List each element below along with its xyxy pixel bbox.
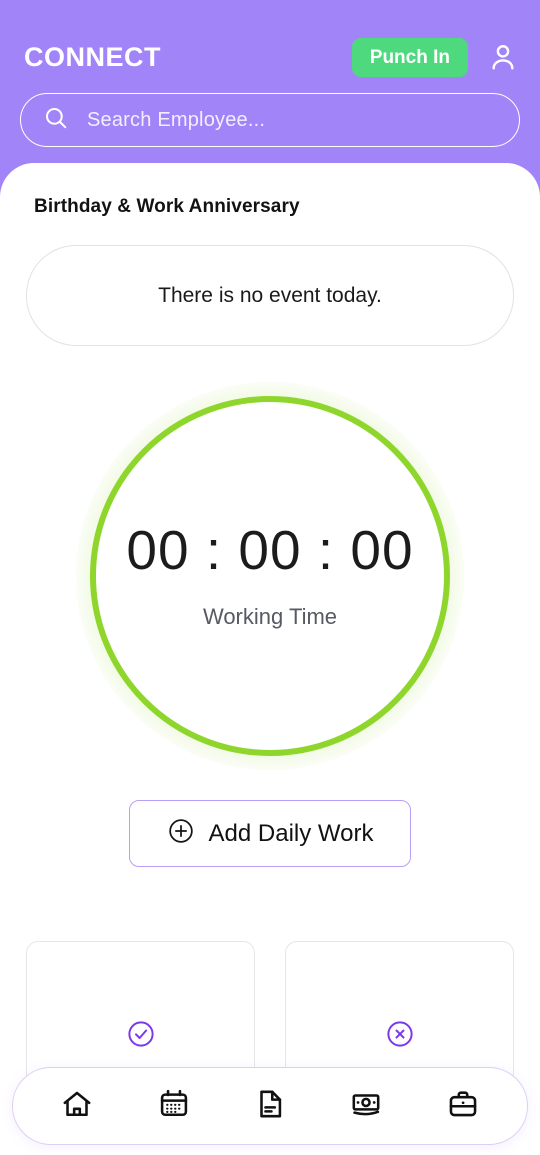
header-actions: Punch In bbox=[351, 37, 520, 77]
search-bar[interactable]: Search Employee... bbox=[20, 93, 520, 147]
search-input[interactable]: Search Employee... bbox=[87, 109, 265, 132]
add-daily-work-label: Add Daily Work bbox=[208, 819, 374, 847]
header-top-row: CONNECT Punch In bbox=[24, 34, 520, 80]
app-title: CONNECT bbox=[24, 41, 161, 72]
working-timer: 00 : 00 : 00 Working Time bbox=[76, 382, 464, 770]
app-header: CONNECT Punch In Search Employee... bbox=[0, 0, 540, 168]
timer-display: 00 : 00 : 00 bbox=[126, 518, 414, 581]
document-icon bbox=[253, 1087, 287, 1126]
punch-in-button[interactable]: Punch In bbox=[351, 37, 468, 77]
user-icon[interactable] bbox=[486, 40, 520, 74]
app-root: CONNECT Punch In Search Employee... Birt… bbox=[0, 0, 540, 1155]
event-empty-message: There is no event today. bbox=[158, 283, 382, 307]
home-icon bbox=[60, 1087, 94, 1126]
add-daily-work-button[interactable]: Add Daily Work bbox=[129, 800, 411, 867]
content-sheet: Birthday & Work Anniversary There is no … bbox=[0, 163, 540, 1155]
calendar-icon bbox=[157, 1087, 191, 1126]
briefcase-icon bbox=[446, 1087, 480, 1126]
check-circle-icon bbox=[126, 1019, 156, 1054]
x-circle-icon bbox=[385, 1019, 415, 1054]
page-title: Birthday & Work Anniversary bbox=[34, 196, 300, 217]
nav-documents[interactable] bbox=[239, 1078, 301, 1134]
nav-calendar[interactable] bbox=[143, 1078, 205, 1134]
nav-work[interactable] bbox=[432, 1078, 494, 1134]
plus-circle-icon bbox=[167, 817, 195, 850]
money-icon bbox=[349, 1087, 383, 1126]
event-empty-state: There is no event today. bbox=[26, 245, 514, 346]
timer-label: Working Time bbox=[202, 603, 338, 629]
timer-ring[interactable]: 00 : 00 : 00 Working Time bbox=[90, 396, 450, 756]
search-icon bbox=[43, 105, 69, 136]
nav-home[interactable] bbox=[46, 1078, 108, 1134]
bottom-navigation bbox=[12, 1067, 528, 1145]
nav-payroll[interactable] bbox=[335, 1078, 397, 1134]
